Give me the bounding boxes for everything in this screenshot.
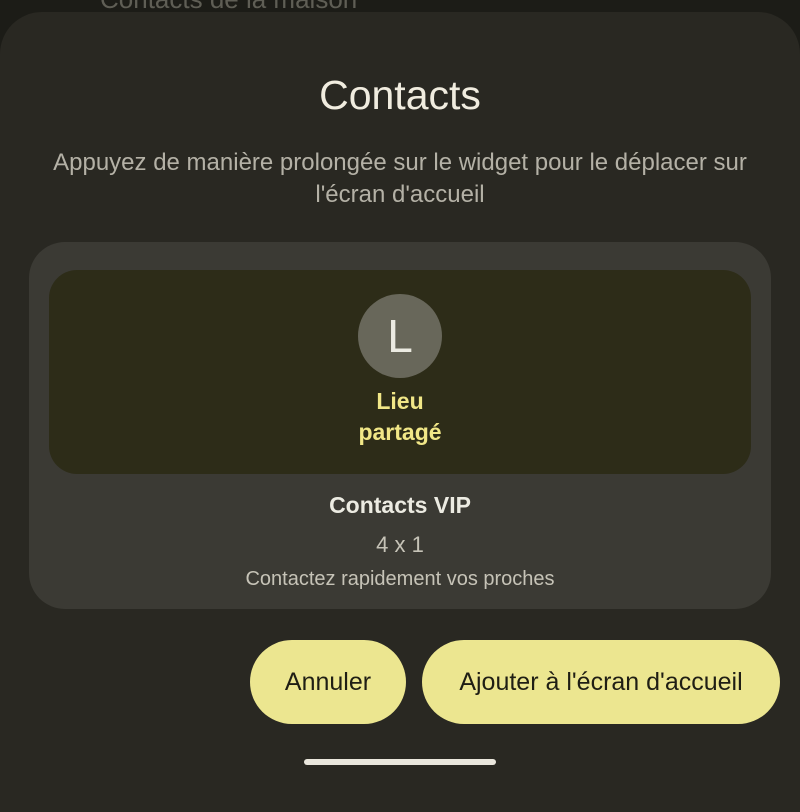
sheet-subtitle: Appuyez de manière prolongée sur le widg… [53, 149, 747, 208]
add-to-home-button[interactable]: Ajouter à l'écran d'accueil [422, 640, 780, 724]
widget-size: 4 x 1 [376, 532, 424, 557]
contact-name-text: Lieu partagé [358, 388, 442, 445]
widget-description: Contactez rapidement vos proches [245, 568, 555, 590]
cancel-button[interactable]: Annuler [250, 640, 406, 724]
sheet-title: Contacts [319, 72, 481, 118]
widget-name: Contacts VIP [329, 492, 471, 518]
widget-preview-card: L Lieu partagé Contacts VIP 4 x 1 Contac… [29, 242, 771, 609]
contact-avatar: L [358, 294, 442, 378]
gesture-nav-bar[interactable] [304, 759, 496, 765]
widget-preview[interactable]: L Lieu partagé [49, 270, 751, 474]
contact-name: Lieu partagé [49, 386, 751, 448]
